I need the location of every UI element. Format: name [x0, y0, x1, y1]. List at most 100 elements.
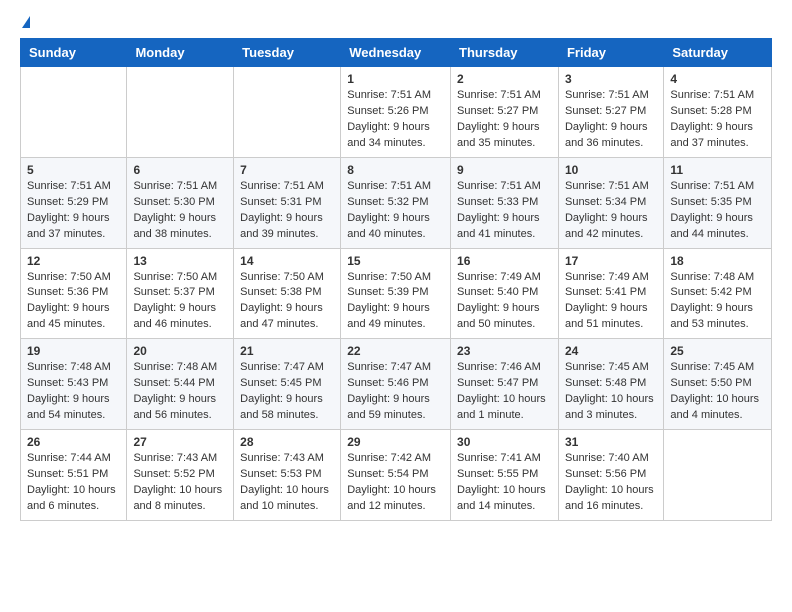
calendar-week-row: 5Sunrise: 7:51 AM Sunset: 5:29 PM Daylig… — [21, 157, 772, 248]
calendar-day-header: Sunday — [21, 39, 127, 67]
day-number: 19 — [27, 344, 120, 358]
day-info: Sunrise: 7:51 AM Sunset: 5:35 PM Dayligh… — [670, 179, 765, 243]
calendar-cell: 8Sunrise: 7:51 AM Sunset: 5:32 PM Daylig… — [341, 157, 451, 248]
calendar-cell: 1 Sunrise: 7:51 AM Sunset: 5:26 PM Daylig… — [341, 67, 451, 158]
calendar-cell: 26Sunrise: 7:44 AM Sunset: 5:51 PM Dayli… — [21, 430, 127, 521]
calendar-cell: 7Sunrise: 7:51 AM Sunset: 5:31 PM Daylig… — [234, 157, 341, 248]
calendar-cell: 22Sunrise: 7:47 AM Sunset: 5:46 PM Dayli… — [341, 339, 451, 430]
calendar-cell: 24 Sunrise: 7:45 AM Sunset: 5:48 PM Dayli… — [558, 339, 663, 430]
day-number: 17 — [565, 254, 657, 268]
calendar-cell: 31Sunrise: 7:40 AM Sunset: 5:56 PM Dayli… — [558, 430, 663, 521]
day-info: Sunrise: 7:40 AM Sunset: 5:56 PM Dayligh… — [565, 451, 657, 515]
day-info: Sunrise: 7:49 AM Sunset: 5:40 PM Dayligh… — [457, 270, 552, 334]
calendar-header-row: SundayMondayTuesdayWednesdayThursdayFrid… — [21, 39, 772, 67]
day-number: 10 — [565, 163, 657, 177]
day-number: 30 — [457, 435, 552, 449]
calendar-week-row: 1 Sunrise: 7:51 AM Sunset: 5:26 PM Daylig… — [21, 67, 772, 158]
day-info: Sunrise: 7:51 AM Sunset: 5:30 PM Dayligh… — [133, 179, 227, 243]
calendar-day-header: Friday — [558, 39, 663, 67]
day-number: 3 — [565, 72, 657, 86]
day-info: Sunrise: 7:50 AM Sunset: 5:37 PM Dayligh… — [133, 270, 227, 334]
calendar-cell — [127, 67, 234, 158]
day-number: 11 — [670, 163, 765, 177]
calendar-cell: 2 Sunrise: 7:51 AM Sunset: 5:27 PM Daylig… — [451, 67, 559, 158]
calendar-day-header: Tuesday — [234, 39, 341, 67]
day-info: Sunrise: 7:48 AM Sunset: 5:44 PM Dayligh… — [133, 360, 227, 424]
day-info: Sunrise: 7:51 AM Sunset: 5:29 PM Dayligh… — [27, 179, 120, 243]
day-number: 13 — [133, 254, 227, 268]
day-info: Sunrise: 7:47 AM Sunset: 5:45 PM Dayligh… — [240, 360, 334, 424]
day-number: 24 — [565, 344, 657, 358]
calendar-cell: 12 Sunrise: 7:50 AM Sunset: 5:36 PM Dayli… — [21, 248, 127, 339]
calendar-cell: 29 Sunrise: 7:42 AM Sunset: 5:54 PM Dayli… — [341, 430, 451, 521]
day-info: Sunrise: 7:51 AM Sunset: 5:27 PM Dayligh… — [565, 88, 657, 152]
calendar-week-row: 26Sunrise: 7:44 AM Sunset: 5:51 PM Dayli… — [21, 430, 772, 521]
day-number: 9 — [457, 163, 552, 177]
logo — [20, 16, 30, 28]
calendar-day-header: Monday — [127, 39, 234, 67]
day-number: 29 — [347, 435, 444, 449]
day-number: 4 — [670, 72, 765, 86]
day-number: 1 — [347, 72, 444, 86]
calendar-cell — [234, 67, 341, 158]
calendar-day-header: Saturday — [664, 39, 772, 67]
calendar-day-header: Thursday — [451, 39, 559, 67]
day-info: Sunrise: 7:43 AM Sunset: 5:53 PM Dayligh… — [240, 451, 334, 515]
day-info: Sunrise: 7:46 AM Sunset: 5:47 PM Dayligh… — [457, 360, 552, 424]
calendar-cell: 4 Sunrise: 7:51 AM Sunset: 5:28 PM Daylig… — [664, 67, 772, 158]
page: SundayMondayTuesdayWednesdayThursdayFrid… — [0, 0, 792, 537]
day-number: 23 — [457, 344, 552, 358]
calendar-cell — [664, 430, 772, 521]
day-number: 8 — [347, 163, 444, 177]
calendar-cell: 28 Sunrise: 7:43 AM Sunset: 5:53 PM Dayli… — [234, 430, 341, 521]
day-number: 27 — [133, 435, 227, 449]
day-info: Sunrise: 7:51 AM Sunset: 5:27 PM Dayligh… — [457, 88, 552, 152]
calendar-cell: 23 Sunrise: 7:46 AM Sunset: 5:47 PM Dayli… — [451, 339, 559, 430]
day-number: 25 — [670, 344, 765, 358]
calendar-week-row: 12 Sunrise: 7:50 AM Sunset: 5:36 PM Dayli… — [21, 248, 772, 339]
day-number: 12 — [27, 254, 120, 268]
day-info: Sunrise: 7:48 AM Sunset: 5:42 PM Dayligh… — [670, 270, 765, 334]
day-info: Sunrise: 7:44 AM Sunset: 5:51 PM Dayligh… — [27, 451, 120, 515]
calendar-cell: 6 Sunrise: 7:51 AM Sunset: 5:30 PM Daylig… — [127, 157, 234, 248]
calendar-table: SundayMondayTuesdayWednesdayThursdayFrid… — [20, 38, 772, 521]
day-info: Sunrise: 7:51 AM Sunset: 5:28 PM Dayligh… — [670, 88, 765, 152]
calendar-cell: 19 Sunrise: 7:48 AM Sunset: 5:43 PM Dayli… — [21, 339, 127, 430]
calendar-cell: 3 Sunrise: 7:51 AM Sunset: 5:27 PM Daylig… — [558, 67, 663, 158]
calendar-cell: 10 Sunrise: 7:51 AM Sunset: 5:34 PM Dayli… — [558, 157, 663, 248]
day-info: Sunrise: 7:50 AM Sunset: 5:38 PM Dayligh… — [240, 270, 334, 334]
calendar-cell — [21, 67, 127, 158]
calendar-cell: 27 Sunrise: 7:43 AM Sunset: 5:52 PM Dayli… — [127, 430, 234, 521]
day-info: Sunrise: 7:50 AM Sunset: 5:36 PM Dayligh… — [27, 270, 120, 334]
day-info: Sunrise: 7:45 AM Sunset: 5:48 PM Dayligh… — [565, 360, 657, 424]
calendar-cell: 21Sunrise: 7:47 AM Sunset: 5:45 PM Dayli… — [234, 339, 341, 430]
calendar-cell: 9 Sunrise: 7:51 AM Sunset: 5:33 PM Daylig… — [451, 157, 559, 248]
calendar-cell: 11 Sunrise: 7:51 AM Sunset: 5:35 PM Dayli… — [664, 157, 772, 248]
day-info: Sunrise: 7:51 AM Sunset: 5:33 PM Dayligh… — [457, 179, 552, 243]
header — [20, 16, 772, 28]
day-number: 20 — [133, 344, 227, 358]
day-info: Sunrise: 7:49 AM Sunset: 5:41 PM Dayligh… — [565, 270, 657, 334]
calendar-cell: 14Sunrise: 7:50 AM Sunset: 5:38 PM Dayli… — [234, 248, 341, 339]
day-info: Sunrise: 7:50 AM Sunset: 5:39 PM Dayligh… — [347, 270, 444, 334]
day-number: 7 — [240, 163, 334, 177]
day-number: 2 — [457, 72, 552, 86]
day-info: Sunrise: 7:48 AM Sunset: 5:43 PM Dayligh… — [27, 360, 120, 424]
day-number: 6 — [133, 163, 227, 177]
day-number: 18 — [670, 254, 765, 268]
day-info: Sunrise: 7:42 AM Sunset: 5:54 PM Dayligh… — [347, 451, 444, 515]
day-info: Sunrise: 7:41 AM Sunset: 5:55 PM Dayligh… — [457, 451, 552, 515]
day-info: Sunrise: 7:51 AM Sunset: 5:34 PM Dayligh… — [565, 179, 657, 243]
day-info: Sunrise: 7:43 AM Sunset: 5:52 PM Dayligh… — [133, 451, 227, 515]
calendar-week-row: 19 Sunrise: 7:48 AM Sunset: 5:43 PM Dayli… — [21, 339, 772, 430]
calendar-cell: 15Sunrise: 7:50 AM Sunset: 5:39 PM Dayli… — [341, 248, 451, 339]
calendar-day-header: Wednesday — [341, 39, 451, 67]
calendar-cell: 18 Sunrise: 7:48 AM Sunset: 5:42 PM Dayli… — [664, 248, 772, 339]
calendar-cell: 16Sunrise: 7:49 AM Sunset: 5:40 PM Dayli… — [451, 248, 559, 339]
logo-icon — [22, 16, 30, 28]
day-number: 28 — [240, 435, 334, 449]
calendar-cell: 25Sunrise: 7:45 AM Sunset: 5:50 PM Dayli… — [664, 339, 772, 430]
calendar-cell: 5Sunrise: 7:51 AM Sunset: 5:29 PM Daylig… — [21, 157, 127, 248]
day-info: Sunrise: 7:51 AM Sunset: 5:26 PM Dayligh… — [347, 88, 444, 152]
day-number: 22 — [347, 344, 444, 358]
